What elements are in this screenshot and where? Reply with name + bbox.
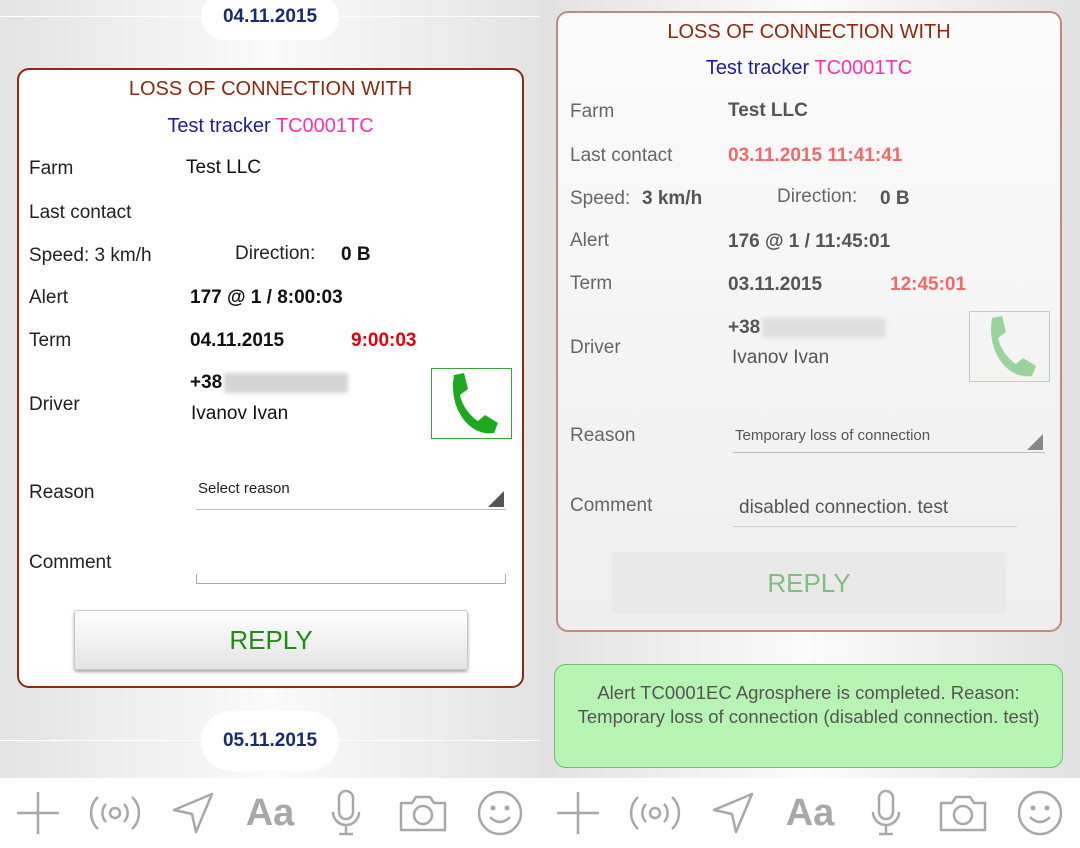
smiley-icon[interactable]: [1014, 778, 1066, 848]
term-time: 9:00:03: [351, 330, 417, 351]
alert-completed-message: Alert TC0001EC Agrosphere is completed. …: [554, 664, 1063, 768]
card-subtitle: Test tracker TC0001TC: [19, 115, 522, 138]
composer-toolbar: Aa: [0, 778, 540, 848]
direction-value: 0 B: [880, 188, 910, 209]
comment-label: Comment: [29, 552, 112, 573]
reason-select-value: Temporary loss of connection: [735, 427, 931, 444]
right-chat-panel: LOSS OF CONNECTION WITH Test tracker TC0…: [540, 0, 1080, 778]
comment-input[interactable]: [196, 574, 506, 584]
driver-phone: +38: [190, 372, 349, 394]
speed-value: 3 km/h: [642, 188, 703, 209]
driver-phone: +38: [728, 317, 887, 339]
last-contact-label: Last contact: [29, 202, 132, 223]
reason-select[interactable]: Select reason: [196, 480, 506, 510]
term-date: 04.11.2015: [190, 330, 285, 351]
driver-phone-prefix: +38: [190, 372, 223, 393]
driver-label: Driver: [29, 394, 80, 415]
driver-name: Ivanov Ivan: [732, 347, 830, 368]
date-pill-top: 04.11.2015: [201, 0, 339, 40]
phone-icon: [452, 372, 498, 433]
reason-label: Reason: [570, 425, 636, 446]
comment-label: Comment: [570, 495, 653, 516]
call-button[interactable]: [431, 368, 512, 439]
farm-label: Farm: [570, 101, 615, 122]
font-icon[interactable]: Aa: [782, 778, 838, 848]
alert-label: Alert: [29, 287, 69, 308]
font-icon[interactable]: Aa: [242, 778, 298, 848]
card-title: LOSS OF CONNECTION WITH: [128, 78, 413, 100]
broadcast-icon[interactable]: [628, 778, 682, 848]
alert-label: Alert: [570, 230, 610, 251]
driver-phone-prefix: +38: [728, 317, 761, 338]
left-chat-panel: 04.11.2015 LOSS OF CONNECTION WITH Test …: [0, 0, 540, 778]
comment-input[interactable]: disabled connection. test: [733, 497, 1017, 527]
microphone-icon[interactable]: [866, 778, 906, 848]
reply-button[interactable]: REPLY: [74, 610, 468, 670]
card-title: LOSS OF CONNECTION WITH: [667, 21, 951, 43]
alert-value: 177 @ 1 / 8:00:03: [190, 287, 343, 308]
redacted-phone-number: [224, 372, 349, 393]
last-contact-value: 03.11.2015 11:41:41: [728, 145, 903, 166]
phone-icon: [990, 315, 1036, 376]
driver-name: Ivanov Ivan: [191, 403, 289, 424]
camera-icon[interactable]: [936, 778, 990, 848]
redacted-phone-number: [762, 317, 887, 338]
location-arrow-icon[interactable]: [168, 778, 218, 848]
direction-value: 0 B: [341, 244, 371, 265]
reason-select[interactable]: Temporary loss of connection: [733, 427, 1045, 453]
smiley-icon[interactable]: [474, 778, 526, 848]
farm-value: Test LLC: [186, 157, 261, 178]
plus-icon[interactable]: [14, 778, 62, 848]
tracker-id: TC0001TC: [275, 115, 374, 137]
speed-label: Speed: 3 km/h: [29, 245, 152, 266]
driver-label: Driver: [570, 337, 621, 358]
plus-icon[interactable]: [554, 778, 602, 848]
farm-value: Test LLC: [728, 100, 808, 121]
term-label: Term: [29, 330, 72, 351]
card-subtitle: Test tracker TC0001TC: [558, 57, 1060, 80]
tracker-label: Test tracker: [167, 115, 271, 137]
term-time: 12:45:01: [890, 274, 967, 295]
tracker-id: TC0001TC: [814, 57, 913, 79]
direction-label: Direction:: [777, 186, 858, 207]
reason-label: Reason: [29, 482, 95, 503]
term-label: Term: [570, 273, 613, 294]
alert-card: LOSS OF CONNECTION WITH Test tracker TC0…: [17, 68, 524, 688]
alert-card: LOSS OF CONNECTION WITH Test tracker TC0…: [556, 11, 1062, 632]
alert-value: 176 @ 1 / 11:45:01: [728, 231, 891, 252]
location-arrow-icon[interactable]: [708, 778, 758, 848]
camera-icon[interactable]: [396, 778, 450, 848]
tracker-label: Test tracker: [705, 57, 810, 79]
call-button[interactable]: [969, 311, 1050, 382]
broadcast-icon[interactable]: [88, 778, 142, 848]
reason-select-value: Select reason: [198, 480, 290, 497]
reply-button[interactable]: REPLY: [612, 552, 1006, 614]
microphone-icon[interactable]: [326, 778, 366, 848]
dropdown-triangle-icon: [488, 491, 504, 507]
term-date: 03.11.2015: [728, 274, 823, 295]
speed-label: Speed:: [570, 188, 631, 209]
composer-toolbar: Aa: [540, 778, 1080, 848]
last-contact-label: Last contact: [570, 145, 673, 166]
date-pill-bottom: 05.11.2015: [201, 711, 339, 771]
dropdown-triangle-icon: [1027, 434, 1043, 450]
direction-label: Direction:: [235, 243, 316, 264]
farm-label: Farm: [29, 158, 74, 179]
